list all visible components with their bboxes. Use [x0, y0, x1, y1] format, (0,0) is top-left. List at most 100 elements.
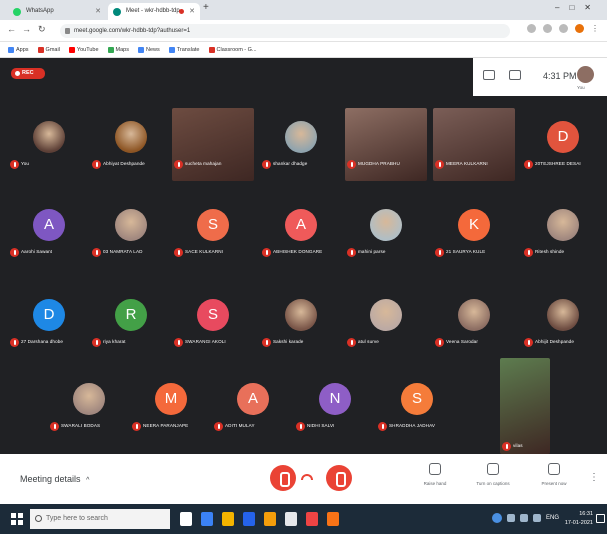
- battery-icon[interactable]: [519, 514, 528, 522]
- forward-arrow-icon[interactable]: →: [22, 24, 31, 34]
- taskbar-app-icon[interactable]: [327, 512, 339, 526]
- account-icon[interactable]: [491, 513, 502, 523]
- meeting-details-label: Meeting details: [20, 474, 81, 484]
- participant-tile[interactable]: Rriya kharat: [90, 286, 172, 359]
- window-controls[interactable]: –□✕: [555, 3, 601, 12]
- participant-tile[interactable]: S SACE KULKARNI: [172, 196, 254, 269]
- taskbar-app-icon[interactable]: [180, 512, 192, 526]
- participant-tile[interactable]: Veena Sarodar: [433, 286, 515, 359]
- present-icon: [548, 463, 560, 475]
- profile-avatar[interactable]: [575, 24, 584, 33]
- mic-muted-icon: [524, 160, 533, 169]
- participant-tile[interactable]: D 27 Darshana dhobe: [8, 286, 90, 359]
- bookmark-icon: [68, 46, 75, 53]
- participant-name: MUGDHA PRABHU: [358, 161, 400, 166]
- url-field[interactable]: meet.google.com/wkr-hdbb-tdp?authuser=1: [60, 24, 510, 38]
- participant-name: You: [21, 161, 30, 166]
- bookmark-item[interactable]: YouTube: [68, 46, 99, 53]
- taskbar-app-icon[interactable]: [243, 512, 255, 526]
- participant-tile[interactable]: SWARALI BODAS: [48, 370, 130, 443]
- bookmark-item[interactable]: News: [138, 46, 160, 53]
- mic-muted-icon: [262, 160, 271, 169]
- notification-icon[interactable]: [596, 514, 605, 523]
- taskbar-app-icon[interactable]: [264, 512, 276, 526]
- participant-tile[interactable]: A ABHISHEK DONGARE: [260, 196, 342, 269]
- captions-button[interactable]: Turn on captions: [468, 463, 518, 486]
- bookmark-item[interactable]: Translate: [168, 46, 200, 53]
- participant-tile[interactable]: MUGDHA PRABHU: [345, 108, 427, 181]
- participant-tile[interactable]: atul surve: [345, 286, 427, 359]
- participant-tile[interactable]: Abhiyat Deshpande: [90, 108, 172, 181]
- participant-tile[interactable]: D 20TEJSHREE DESAI: [522, 108, 604, 181]
- participant-name: Abhijit Deshpande: [535, 339, 574, 344]
- participant-avatar: S: [197, 299, 229, 331]
- participant-tile[interactable]: vilas: [500, 358, 550, 454]
- participant-tile[interactable]: S SWARANGI AKOLI: [172, 286, 254, 359]
- volume-icon[interactable]: [532, 514, 541, 522]
- self-avatar: [577, 66, 594, 83]
- participant-avatar: A: [237, 383, 269, 415]
- microphone-off-button[interactable]: [270, 465, 296, 491]
- bookmark-item[interactable]: Apps: [8, 46, 29, 53]
- participant-tile[interactable]: 03 NAMRATA LAD: [90, 196, 172, 269]
- back-arrow-icon[interactable]: ←: [7, 24, 16, 34]
- participant-tile[interactable]: A ADITI MULAY: [212, 370, 294, 443]
- participant-tile[interactable]: You: [8, 108, 90, 181]
- participant-tile[interactable]: Ritesh shinde: [522, 196, 604, 269]
- windows-start-icon[interactable]: [11, 513, 23, 525]
- participant-name: sucheta mahajan: [185, 161, 222, 166]
- participant-tile[interactable]: sucheta mahajan: [172, 108, 254, 181]
- bookmark-item[interactable]: Classroom - G...: [208, 46, 257, 53]
- participant-tile[interactable]: Sakshi karade: [260, 286, 342, 359]
- extension-icon[interactable]: [559, 24, 568, 33]
- taskbar-app-icon[interactable]: [201, 512, 213, 526]
- raise-hand-button[interactable]: Raise hand: [410, 463, 460, 486]
- participant-avatar: S: [401, 383, 433, 415]
- participant-tile[interactable]: K 21 SAURYA KULE: [433, 196, 515, 269]
- new-tab-icon[interactable]: +: [203, 2, 209, 13]
- participant-name: NEERA PARANJAPE: [143, 423, 189, 428]
- bookmark-item[interactable]: Maps: [107, 46, 129, 53]
- participant-tile[interactable]: A Aarohi Sawant: [8, 196, 90, 269]
- mic-muted-icon: [524, 248, 533, 257]
- participant-tile[interactable]: Abhijit Deshpande: [522, 286, 604, 359]
- chat-icon[interactable]: [509, 70, 521, 80]
- taskbar-clock[interactable]: 16:31 17-01-2021: [565, 510, 593, 528]
- taskbar-app-icon[interactable]: [222, 512, 234, 526]
- tab-meet[interactable]: Meet - wkr-hdbb-tdp ✕: [108, 3, 200, 20]
- participant-tile[interactable]: shankar dhadge: [260, 108, 342, 181]
- participant-tile[interactable]: MEERA KULKARNI: [433, 108, 515, 181]
- close-icon[interactable]: ✕: [189, 3, 195, 20]
- participant-name: Abhiyat Deshpande: [103, 161, 145, 166]
- taskbar-app-icon[interactable]: [285, 512, 297, 526]
- participant-tile[interactable]: mahini parse: [345, 196, 427, 269]
- close-icon[interactable]: ✕: [95, 3, 101, 20]
- extension-icon[interactable]: [527, 24, 536, 33]
- mic-muted-icon: [132, 422, 141, 431]
- system-tray: ENG: [491, 513, 559, 523]
- bookmark-item[interactable]: Gmail: [37, 46, 60, 53]
- meet-grid: REC 4:31 PM You You Abhiyat Deshpande such…: [0, 58, 607, 454]
- mic-muted-icon: [347, 248, 356, 257]
- hang-up-icon[interactable]: [301, 474, 313, 480]
- people-icon[interactable]: [483, 70, 495, 80]
- meeting-details-button[interactable]: Meeting details ^: [20, 474, 89, 484]
- language-indicator[interactable]: ENG: [546, 515, 559, 521]
- participant-name: 21 SAURYA KULE: [446, 249, 486, 254]
- taskbar-search-input[interactable]: Type here to search: [30, 509, 170, 529]
- tab-whatsapp[interactable]: WhatsApp ✕: [8, 3, 106, 20]
- star-icon[interactable]: [543, 24, 552, 33]
- participant-tile[interactable]: N NIDHI SALVI: [294, 370, 376, 443]
- reload-icon[interactable]: ↻: [38, 24, 46, 35]
- mic-muted-icon: [502, 442, 511, 451]
- menu-kebab-icon[interactable]: ⋮: [591, 24, 599, 33]
- bookmark-label: YouTube: [76, 46, 99, 53]
- present-now-button[interactable]: Present now: [529, 463, 579, 486]
- more-options-icon[interactable]: ⋮: [589, 472, 599, 483]
- camera-off-button[interactable]: [326, 465, 352, 491]
- network-icon[interactable]: [506, 514, 515, 522]
- participant-tile[interactable]: M NEERA PARANJAPE: [130, 370, 212, 443]
- taskbar-app-icon[interactable]: [306, 512, 318, 526]
- participant-tile[interactable]: S SHRADDHA JADHAV: [376, 370, 458, 443]
- mic-muted-icon: [174, 248, 183, 257]
